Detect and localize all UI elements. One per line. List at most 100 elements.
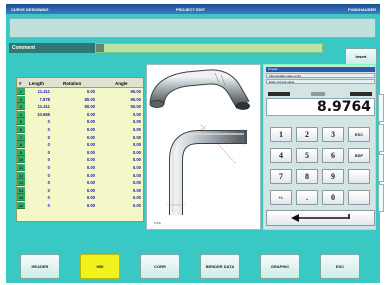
side-tab-3[interactable]	[378, 154, 384, 182]
indicator-bar-2	[311, 92, 325, 96]
table-row[interactable]: 2 7.878 80.00 90.00	[17, 95, 143, 104]
table-row[interactable]: 5 0 0.00 0.00	[17, 118, 143, 126]
header-button[interactable]: HEADER	[20, 254, 60, 279]
row-number: 6	[17, 125, 25, 133]
enter-button[interactable]	[266, 210, 375, 226]
row-number: 4	[17, 110, 25, 118]
cell-rotation: 0.00	[86, 119, 95, 125]
keypad-header: Projekt	[266, 67, 375, 72]
row-number: 14	[17, 186, 25, 194]
row-number: 8	[17, 141, 25, 149]
cell-length: 0	[47, 149, 50, 155]
header-length: Length	[29, 81, 44, 86]
table-row[interactable]: 16 0 0.00 0.00	[17, 201, 143, 210]
key-5[interactable]: 5	[296, 148, 318, 163]
table-row[interactable]: 7 0 0.00 0.00	[17, 133, 143, 142]
side-tab-1[interactable]	[378, 94, 384, 122]
enter-arrow-icon	[291, 214, 350, 222]
table-row[interactable]: 4 10.665 0.00 0.00	[17, 110, 143, 119]
table-row[interactable]: 15 0 0.00 0.00	[17, 194, 143, 202]
key-3[interactable]: 3	[322, 127, 344, 142]
header-rotation: Rotation	[63, 81, 82, 86]
cell-rotation: 0.00	[86, 142, 95, 148]
cell-length: 0	[47, 187, 50, 193]
bend-data-table: # Length Rotation Angle 1 11.411 0.00 90.00…	[16, 77, 144, 222]
cell-angle: 0.00	[132, 180, 141, 186]
key-0[interactable]: 0	[322, 190, 344, 205]
graphic-caption: PIPE	[154, 221, 161, 225]
corr-button[interactable]: CORR	[140, 254, 180, 279]
key-2[interactable]: 2	[296, 127, 318, 142]
backspace-key[interactable]: BSP	[348, 148, 370, 163]
pipe-graphic-panel: PIPE	[146, 64, 261, 230]
hbi-button[interactable]: HBI	[80, 254, 120, 279]
cell-rotation: 0.00	[86, 187, 95, 193]
key-9[interactable]: 9	[322, 169, 344, 184]
cell-length: 11.411	[37, 104, 50, 110]
cell-angle: 0.00	[132, 202, 141, 208]
cell-rotation: 0.00	[86, 126, 95, 132]
table-row[interactable]: 3 11.411 80.00 90.00	[17, 103, 143, 111]
row-number: 13	[17, 179, 25, 187]
indicator-bar-1	[268, 92, 290, 96]
cell-rotation: 0.00	[86, 149, 95, 155]
cell-length: 0	[47, 180, 50, 186]
cell-angle: 0.00	[132, 142, 141, 148]
row-number: 1	[17, 88, 25, 95]
row-number: 12	[17, 171, 25, 179]
numeric-keypad-panel: Projekt Intermediate value entry Enter c…	[263, 64, 376, 230]
cell-length: 0	[47, 119, 50, 125]
table-row[interactable]: 8 0 0.00 0.00	[17, 141, 143, 149]
blank-key-2[interactable]	[348, 190, 370, 205]
brand-label: FUNKHAUSER	[348, 7, 376, 12]
side-tab-4[interactable]	[378, 184, 384, 212]
table-row[interactable]: 10 0 0.00 0.00	[17, 156, 143, 164]
cell-rotation: 0.00	[86, 164, 95, 170]
cell-length: 0	[47, 142, 50, 148]
cell-rotation: 0.00	[86, 111, 95, 117]
decimal-key[interactable]: .	[296, 190, 318, 205]
graphic-button[interactable]: GRAPHIC	[260, 254, 300, 279]
keypad-info-line-2: Enter current value	[266, 79, 375, 84]
cell-angle: 0.00	[132, 134, 141, 140]
table-row[interactable]: 13 0 0.00 0.00	[17, 179, 143, 187]
table-row[interactable]: 11 0 0.00 0.00	[17, 163, 143, 172]
table-row[interactable]: 14 0 0.00 0.00	[17, 186, 143, 195]
side-tab-2[interactable]	[378, 124, 384, 152]
blank-key[interactable]	[348, 169, 370, 184]
header-num: #	[19, 81, 22, 86]
bender-data-button[interactable]: BENDER DATA	[200, 254, 240, 279]
row-number: 2	[17, 95, 25, 103]
cell-length: 11.411	[37, 89, 50, 94]
esc-key[interactable]: ESC	[348, 127, 370, 142]
keypad-info-line-1: Intermediate value entry	[266, 73, 375, 78]
row-number: 5	[17, 118, 25, 126]
cell-angle: 0.00	[132, 164, 141, 170]
key-1[interactable]: 1	[270, 127, 292, 142]
table-row[interactable]: 6 0 0.00 0.00	[17, 125, 143, 134]
cell-rotation: 0.00	[86, 180, 95, 186]
table-row[interactable]: 9 0 0.00 0.00	[17, 148, 143, 157]
esc-button[interactable]: ESC	[320, 254, 360, 279]
cell-length: 0	[47, 134, 50, 140]
table-row[interactable]: 12 0 0.00 0.00	[17, 171, 143, 180]
pipe-drawing	[149, 69, 250, 215]
key-4[interactable]: 4	[270, 148, 292, 163]
row-number: 9	[17, 148, 25, 156]
comment-input[interactable]	[95, 43, 323, 53]
row-number: 11	[17, 163, 25, 171]
key-6[interactable]: 6	[322, 148, 344, 163]
sign-key[interactable]: +/-	[270, 190, 292, 205]
cell-length: 7.878	[39, 96, 50, 102]
cell-angle: 0.00	[132, 119, 141, 125]
cell-rotation: 80.00	[84, 96, 95, 102]
cell-length: 10.665	[37, 111, 50, 117]
key-8[interactable]: 8	[296, 169, 318, 184]
cell-length: 0	[47, 164, 50, 170]
cell-length: 0	[47, 157, 50, 163]
table-row[interactable]: 1 11.411 0.00 90.00	[17, 88, 143, 96]
pipe-side-view	[167, 124, 247, 215]
cell-rotation: 0.00	[86, 134, 95, 140]
key-7[interactable]: 7	[270, 169, 292, 184]
cell-rotation: 0.00	[86, 172, 95, 178]
